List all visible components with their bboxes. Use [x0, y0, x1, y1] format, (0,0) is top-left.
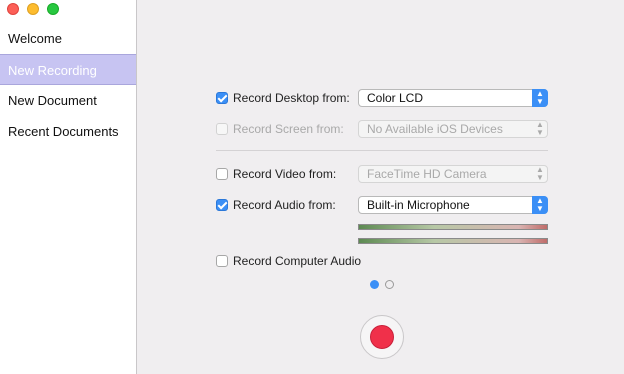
record-button[interactable] [360, 315, 404, 359]
record-screen-checkbox[interactable] [216, 123, 228, 135]
sidebar-item-welcome[interactable]: Welcome [0, 23, 136, 54]
record-video-label: Record Video from: [233, 167, 337, 181]
recording-options-panel: Record Desktop from: Color LCD ▲ ▼ Record… [137, 0, 624, 374]
sidebar-nav: Welcome New Recording New Document Recen… [0, 23, 136, 147]
chevron-up-down-icon: ▲ ▼ [532, 196, 548, 214]
page-indicator [370, 280, 394, 289]
record-audio-label: Record Audio from: [233, 198, 336, 212]
page-dot-1[interactable] [370, 280, 379, 289]
sidebar-item-recent-documents[interactable]: Recent Documents [0, 116, 136, 147]
record-audio-checkbox[interactable] [216, 199, 228, 211]
record-screen-row: Record Screen from: [216, 120, 344, 138]
chevron-up-down-icon: ▲ ▼ [532, 89, 548, 107]
minimize-window-button[interactable] [27, 3, 39, 15]
record-audio-source-value: Built-in Microphone [367, 198, 470, 212]
close-window-button[interactable] [7, 3, 19, 15]
record-video-source-value: FaceTime HD Camera [367, 167, 487, 181]
record-screen-label: Record Screen from: [233, 122, 344, 136]
record-computer-audio-row: Record Computer Audio [216, 252, 361, 270]
record-desktop-row: Record Desktop from: [216, 89, 350, 107]
record-icon [370, 325, 394, 349]
record-desktop-source-value: Color LCD [367, 91, 424, 105]
audio-level-meter-left [358, 224, 548, 230]
divider [216, 150, 548, 151]
window-controls [7, 3, 59, 15]
record-screen-source-select[interactable]: No Available iOS Devices ▲ ▼ [358, 120, 548, 138]
sidebar-item-new-recording[interactable]: New Recording [0, 54, 136, 85]
record-computer-audio-label: Record Computer Audio [233, 254, 362, 268]
record-audio-row: Record Audio from: [216, 196, 336, 214]
page-dot-2[interactable] [385, 280, 394, 289]
sidebar: Welcome New Recording New Document Recen… [0, 0, 137, 374]
record-video-row: Record Video from: [216, 165, 336, 183]
maximize-window-button[interactable] [47, 3, 59, 15]
record-desktop-label: Record Desktop from: [233, 91, 350, 105]
sidebar-item-new-document[interactable]: New Document [0, 85, 136, 116]
record-audio-source-select[interactable]: Built-in Microphone ▲ ▼ [358, 196, 548, 214]
record-computer-audio-checkbox[interactable] [216, 255, 228, 267]
audio-level-meter-right [358, 238, 548, 244]
chevron-up-down-icon: ▲ ▼ [536, 120, 544, 137]
chevron-up-down-icon: ▲ ▼ [536, 165, 544, 182]
record-screen-source-value: No Available iOS Devices [367, 122, 503, 136]
record-desktop-checkbox[interactable] [216, 92, 228, 104]
record-video-source-select[interactable]: FaceTime HD Camera ▲ ▼ [358, 165, 548, 183]
record-desktop-source-select[interactable]: Color LCD ▲ ▼ [358, 89, 548, 107]
record-video-checkbox[interactable] [216, 168, 228, 180]
